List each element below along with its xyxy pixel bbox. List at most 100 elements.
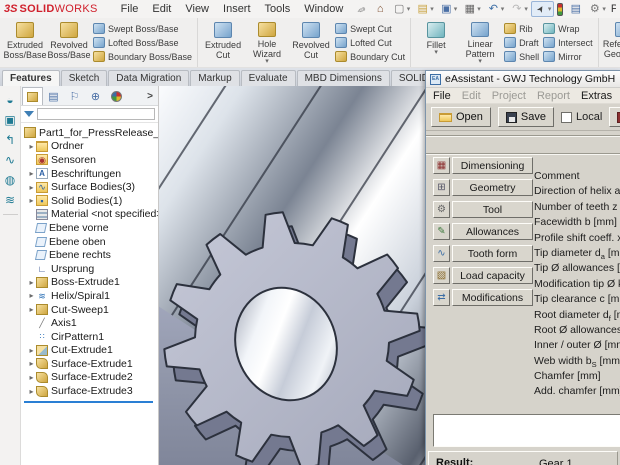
filter-input[interactable] xyxy=(37,108,155,120)
rebuild-traffic-light-button[interactable] xyxy=(554,1,566,17)
select-cursor-button[interactable]: ➤▾ xyxy=(531,1,555,17)
revolve-tool-icon[interactable]: ◒ xyxy=(6,94,13,107)
tab-mbd-dimensions[interactable]: MBD Dimensions xyxy=(297,70,390,86)
reference-geometry-button[interactable]: ReferenceGeometry▾ xyxy=(602,20,620,65)
tree-item[interactable]: Ebene vorne xyxy=(21,221,158,235)
save-button[interactable]: ▣▾ xyxy=(437,1,461,17)
tab-markup[interactable]: Markup xyxy=(190,70,239,86)
expand-arrow-icon[interactable]: ▸ xyxy=(27,278,36,287)
eassistant-open-button[interactable]: Open xyxy=(431,107,491,127)
helix-tool-icon[interactable]: ≋ xyxy=(5,194,15,207)
display-settings-button[interactable]: ▤ xyxy=(566,1,585,17)
tree-item[interactable]: Ebene oben xyxy=(21,235,158,249)
tree-item[interactable]: ▸Boss-Extrude1 xyxy=(21,276,158,290)
intersect-button[interactable]: Intersect xyxy=(543,36,593,49)
tree-item[interactable]: ▸ABeschriftungen xyxy=(21,167,158,181)
undo-button[interactable]: ↶▾ xyxy=(484,1,508,17)
modifications-icon[interactable] xyxy=(433,289,450,306)
tree-item[interactable]: ▸▪Solid Bodies(1) xyxy=(21,194,158,208)
shell-button[interactable]: Shell xyxy=(504,50,539,63)
tree-item[interactable]: ▸Cut-Sweep1 xyxy=(21,303,158,317)
tree-item[interactable]: ∷CirPattern1 xyxy=(21,330,158,344)
expand-arrow-icon[interactable]: ▸ xyxy=(27,291,36,300)
dropdown-caret-icon[interactable]: ▾ xyxy=(407,5,411,13)
new-document-button[interactable]: ▢▾ xyxy=(390,1,414,17)
print-button[interactable]: ▦▾ xyxy=(460,1,484,17)
tab-features[interactable]: Features xyxy=(2,70,60,86)
tooth-form-icon[interactable] xyxy=(433,245,450,262)
spline-tool-icon[interactable]: ∿ xyxy=(5,154,15,167)
fillet-button[interactable]: Fillet▾ xyxy=(414,20,458,65)
boundary-tool-icon[interactable]: ↰ xyxy=(5,134,15,147)
tab-data-migration[interactable]: Data Migration xyxy=(108,70,189,86)
tree-item[interactable]: ▸≋Helix/Spiral1 xyxy=(21,289,158,303)
local-checkbox[interactable] xyxy=(561,112,572,123)
result-value[interactable]: Gear 1 xyxy=(539,458,573,465)
eassistant-titlebar[interactable]: EA eAssistant - GWJ Technology GmbH xyxy=(426,71,620,88)
expand-arrow-icon[interactable]: ▸ xyxy=(27,359,36,368)
options-gear-button[interactable]: ⚙▾ xyxy=(585,1,609,17)
tool-icon[interactable] xyxy=(433,201,450,218)
expand-arrow-icon[interactable]: ▸ xyxy=(27,169,36,178)
extruded-cut-button[interactable]: ExtrudedCut xyxy=(201,20,245,65)
tooth-form-button[interactable]: Tooth form xyxy=(452,245,533,262)
tree-item[interactable]: ▸Surface-Extrude3 xyxy=(21,384,158,398)
rollback-bar[interactable] xyxy=(24,401,153,403)
dropdown-caret-icon[interactable]: ▾ xyxy=(478,59,482,65)
revolved-boss-base-button[interactable]: RevolvedBoss/Base xyxy=(47,20,91,65)
boundary-cut-button[interactable]: Boundary Cut xyxy=(335,50,405,63)
swept-cut-button[interactable]: Swept Cut xyxy=(335,22,405,35)
menubar-item-window[interactable]: Window xyxy=(297,2,350,16)
dropdown-caret-icon[interactable]: ▾ xyxy=(477,5,481,13)
expand-arrow-icon[interactable]: ▸ xyxy=(27,142,36,151)
tree-item[interactable]: Ebene rechts xyxy=(21,248,158,262)
eassistant-menu-extras[interactable]: Extras xyxy=(581,90,612,102)
eassistant-save-button[interactable]: Save xyxy=(498,107,554,127)
tree-item[interactable]: ▸Surface-Extrude1 xyxy=(21,357,158,371)
tree-item[interactable]: ╱Axis1 xyxy=(21,316,158,330)
allowances-icon[interactable] xyxy=(433,223,450,240)
redo-button[interactable]: ↷▾ xyxy=(507,1,531,17)
menubar-item-tools[interactable]: Tools xyxy=(258,2,298,16)
displaymanager-tab[interactable] xyxy=(106,87,127,105)
expand-arrow-icon[interactable]: ▸ xyxy=(27,305,36,314)
extruded-boss-base-button[interactable]: ExtrudedBoss/Base xyxy=(3,20,47,65)
dimxpertmanager-tab[interactable]: ⊕ xyxy=(85,87,106,105)
dropdown-caret-icon[interactable]: ▾ xyxy=(501,5,505,13)
tree-item[interactable]: ◉Sensoren xyxy=(21,153,158,167)
dropdown-caret-icon[interactable]: ▾ xyxy=(434,50,438,56)
hole-wizard-button[interactable]: HoleWizard▾ xyxy=(245,20,289,65)
expand-arrow-icon[interactable]: ▸ xyxy=(27,196,36,205)
featuremanager-tab[interactable] xyxy=(22,87,43,105)
modifications-button[interactable]: Modifications xyxy=(452,289,533,306)
tree-item[interactable]: ∟Ursprung xyxy=(21,262,158,276)
eassistant-menu-file[interactable]: File xyxy=(433,90,451,102)
fill-tool-icon[interactable]: ◍ xyxy=(5,174,15,187)
tree-item[interactable]: ▸Ordner xyxy=(21,140,158,154)
tab-evaluate[interactable]: Evaluate xyxy=(241,70,296,86)
load-capacity-icon[interactable] xyxy=(433,267,450,284)
dimensioning-button[interactable]: Dimensioning xyxy=(452,157,533,174)
tree-item[interactable]: ▸Surface-Extrude2 xyxy=(21,371,158,385)
dropdown-caret-icon[interactable]: ▾ xyxy=(602,5,606,13)
expand-arrow-icon[interactable]: ▸ xyxy=(27,183,36,192)
open-button[interactable]: ▤▾ xyxy=(413,1,437,17)
rib-button[interactable]: Rib xyxy=(504,22,539,35)
lofted-boss-base-button[interactable]: Lofted Boss/Base xyxy=(93,36,192,49)
geometry-button[interactable]: Geometry xyxy=(452,179,533,196)
dimensioning-icon[interactable] xyxy=(433,157,450,174)
wrap-button[interactable]: Wrap xyxy=(543,22,593,35)
extrude-tool-icon[interactable]: ▣ xyxy=(4,114,15,127)
linear-pattern-button[interactable]: LinearPattern▾ xyxy=(458,20,502,65)
allowances-button[interactable]: Allowances xyxy=(452,223,533,240)
swept-boss-base-button[interactable]: Swept Boss/Base xyxy=(93,22,192,35)
lofted-cut-button[interactable]: Lofted Cut xyxy=(335,36,405,49)
tree-item[interactable]: ▸∿Surface Bodies(3) xyxy=(21,180,158,194)
menubar-item-edit[interactable]: Edit xyxy=(145,2,178,16)
expand-arrow-icon[interactable]: ▸ xyxy=(27,373,36,382)
menubar-item-view[interactable]: View xyxy=(178,2,216,16)
mirror-button[interactable]: Mirror xyxy=(543,50,593,63)
tree-item[interactable]: ▸Cut-Extrude1 xyxy=(21,344,158,358)
fm-expand-chevron[interactable]: > xyxy=(143,87,157,105)
menubar-item-file[interactable]: File xyxy=(114,2,146,16)
